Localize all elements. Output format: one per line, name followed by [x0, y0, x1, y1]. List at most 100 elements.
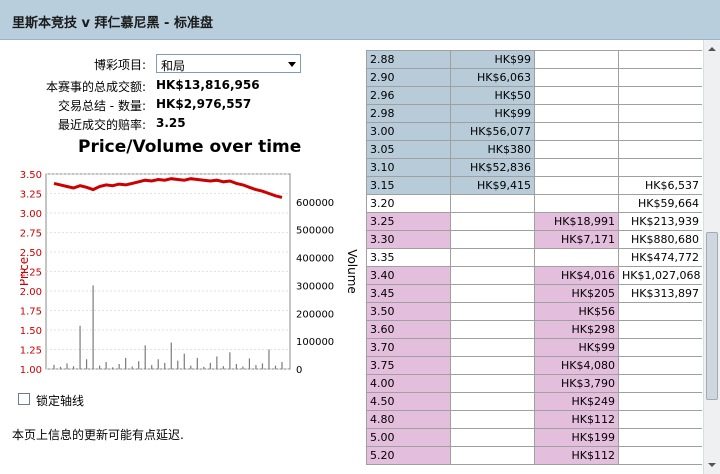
lay-cell[interactable]: HK$112	[534, 446, 619, 465]
traded-cell	[618, 374, 702, 393]
lay-cell[interactable]	[534, 140, 619, 159]
table-row: 3.00 HK$56,077	[366, 122, 702, 141]
price-cell: 5.20	[366, 446, 451, 465]
table-row: 2.90 HK$6,063	[366, 68, 702, 87]
price-cell: 2.90	[366, 68, 451, 87]
back-cell[interactable]	[450, 428, 535, 447]
table-row: 3.75 HK$4,080	[366, 356, 702, 375]
back-cell[interactable]	[450, 266, 535, 285]
traded-cell	[618, 356, 702, 375]
back-cell[interactable]: HK$99	[450, 50, 535, 69]
last-price-value: 3.25	[156, 116, 186, 130]
y-tick-label: 1.50	[20, 326, 42, 337]
traded-cell: HK$6,537	[618, 176, 702, 195]
lay-cell[interactable]: HK$7,171	[534, 230, 619, 249]
lay-cell[interactable]: HK$3,790	[534, 374, 619, 393]
back-cell[interactable]	[450, 230, 535, 249]
back-cell[interactable]	[450, 194, 535, 213]
y-tick-label: 2.75	[20, 229, 42, 240]
lay-cell[interactable]	[534, 122, 619, 141]
table-row: 3.35 HK$474,772	[366, 248, 702, 267]
back-cell[interactable]	[450, 410, 535, 429]
lay-cell[interactable]: HK$4,016	[534, 266, 619, 285]
lay-cell[interactable]: HK$99	[534, 338, 619, 357]
chart-title: Price/Volume over time	[78, 137, 302, 157]
back-cell[interactable]	[450, 212, 535, 231]
price-cell: 4.80	[366, 410, 451, 429]
total-matched-row: 本赛事的总成交额: HK$13,816,956	[0, 76, 360, 94]
back-cell[interactable]: HK$9,415	[450, 176, 535, 195]
back-cell[interactable]	[450, 356, 535, 375]
price-cell: 3.00	[366, 122, 451, 141]
table-row: 5.20 HK$112	[366, 446, 702, 465]
price-cell: 3.10	[366, 158, 451, 177]
scrollbar-thumb[interactable]	[706, 232, 718, 400]
table-row: 3.70 HK$99	[366, 338, 702, 357]
lay-cell[interactable]: HK$249	[534, 392, 619, 411]
back-cell[interactable]: HK$6,063	[450, 68, 535, 87]
y2-tick-label: 400000	[296, 254, 334, 265]
back-cell[interactable]: HK$99	[450, 104, 535, 123]
arrow-up-icon[interactable]	[704, 41, 720, 57]
price-cell: 2.88	[366, 50, 451, 69]
lay-cell[interactable]: HK$4,080	[534, 356, 619, 375]
market-info-panel: 博彩项目: 和局 本赛事的总成交额: HK$13,816,956 交易总结 - …	[0, 40, 360, 474]
lay-cell[interactable]: HK$199	[534, 428, 619, 447]
back-cell[interactable]	[450, 338, 535, 357]
back-cell[interactable]	[450, 302, 535, 321]
back-cell[interactable]	[450, 248, 535, 267]
traded-cell: HK$474,772	[618, 248, 702, 267]
lay-cell[interactable]	[534, 86, 619, 105]
price-cell: 3.70	[366, 338, 451, 357]
lay-cell[interactable]: HK$112	[534, 410, 619, 429]
chart-grid	[45, 173, 291, 370]
traded-cell	[618, 86, 702, 105]
traded-cell	[618, 428, 702, 447]
back-cell[interactable]: HK$50	[450, 86, 535, 105]
back-cell[interactable]: HK$56,077	[450, 122, 535, 141]
lay-cell[interactable]: HK$18,991	[534, 212, 619, 231]
page-title: 里斯本竞技 v 拜仁慕尼黑 - 标准盘	[12, 16, 213, 31]
traded-cell: HK$59,664	[618, 194, 702, 213]
lay-cell[interactable]: HK$205	[534, 284, 619, 303]
lay-cell[interactable]	[534, 248, 619, 267]
checkbox-icon[interactable]	[18, 393, 30, 405]
table-row: 3.25 HK$18,991 HK$213,939	[366, 212, 702, 231]
price-cell: 3.60	[366, 320, 451, 339]
lay-cell[interactable]: HK$298	[534, 320, 619, 339]
price-cell: 4.00	[366, 374, 451, 393]
vertical-scrollbar[interactable]	[703, 40, 720, 474]
lay-cell[interactable]	[534, 68, 619, 87]
traded-cell	[618, 392, 702, 411]
lay-cell[interactable]: HK$56	[534, 302, 619, 321]
y2-tick-label: 200000	[296, 309, 334, 320]
traded-cell	[618, 104, 702, 123]
price-cell: 3.50	[366, 302, 451, 321]
back-cell[interactable]: HK$52,836	[450, 158, 535, 177]
table-row: 2.98 HK$99	[366, 104, 702, 123]
price-cell: 4.50	[366, 392, 451, 411]
back-cell[interactable]	[450, 392, 535, 411]
back-cell[interactable]	[450, 284, 535, 303]
table-row: 3.50 HK$56	[366, 302, 702, 321]
arrow-down-icon[interactable]	[704, 457, 720, 473]
back-cell[interactable]	[450, 320, 535, 339]
lay-cell[interactable]	[534, 194, 619, 213]
back-cell[interactable]: HK$380	[450, 140, 535, 159]
lay-cell[interactable]	[534, 158, 619, 177]
market-select[interactable]: 和局	[156, 54, 301, 73]
last-price-label: 最近成交的赔率:	[57, 118, 146, 132]
back-cell[interactable]	[450, 374, 535, 393]
traded-row: 交易总结 - 数量: HK$2,976,557	[0, 95, 360, 113]
y-tick-label: 3.00	[20, 209, 42, 220]
lay-cell[interactable]	[534, 176, 619, 195]
traded-cell: HK$880,680	[618, 230, 702, 249]
y2-tick-label: 300000	[296, 281, 334, 292]
lay-cell[interactable]	[534, 50, 619, 69]
price-cell: 2.98	[366, 104, 451, 123]
y2-tick-label: 600000	[296, 198, 334, 209]
lay-cell[interactable]	[534, 104, 619, 123]
back-cell[interactable]	[450, 446, 535, 465]
traded-cell	[618, 338, 702, 357]
table-row: 3.20 HK$59,664	[366, 194, 702, 213]
